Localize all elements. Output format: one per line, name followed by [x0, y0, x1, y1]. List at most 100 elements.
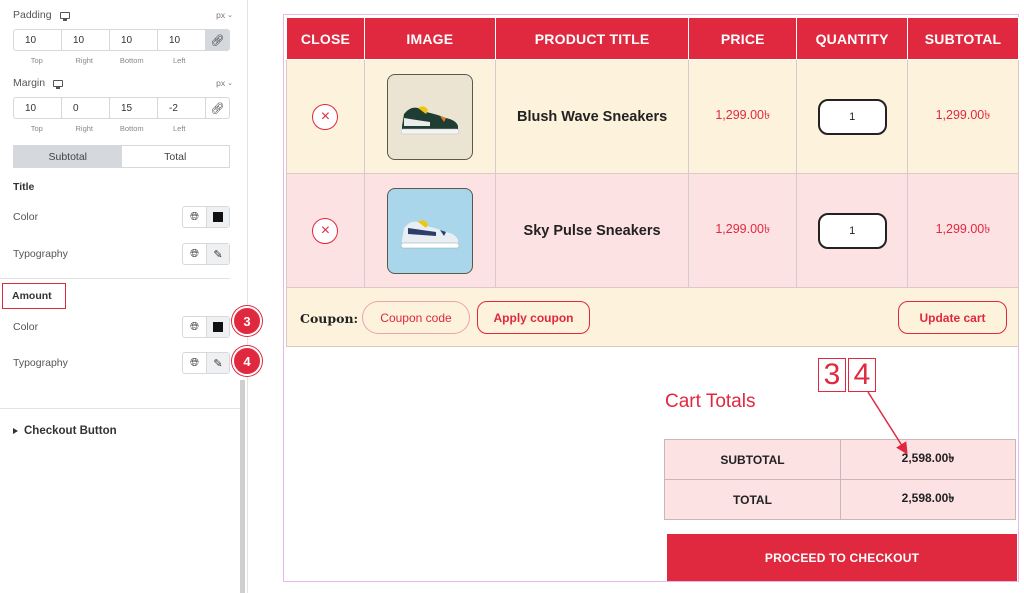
- subtotal-value: 2,598.00৳: [840, 439, 1016, 480]
- close-icon[interactable]: ×: [312, 217, 339, 244]
- step-badge-4: 4: [232, 346, 262, 376]
- table-row: × Sky Pulse Sneakers 1,299.00৳ 1 1,299.0…: [286, 173, 1019, 288]
- update-cart-button[interactable]: Update cart: [898, 301, 1007, 334]
- section-divider: [0, 278, 230, 279]
- title-typography-label: Typography: [13, 248, 68, 260]
- total-value: 2,598.00৳: [840, 479, 1016, 520]
- sub-label: Left: [172, 124, 186, 133]
- margin-control-header: Margin px ⌄: [13, 77, 233, 89]
- checkout-button-section[interactable]: Checkout Button: [13, 425, 117, 437]
- globe-icon[interactable]: 🌐︎: [183, 207, 206, 227]
- padding-right-input[interactable]: 10: [62, 30, 110, 50]
- chevron-down-icon: ⌄: [227, 80, 233, 87]
- padding-label: Padding: [13, 9, 52, 21]
- proceed-to-checkout-button[interactable]: PROCEED TO CHECKOUT: [667, 534, 1017, 581]
- cart-table: CLOSE IMAGE PRODUCT TITLE PRICE QUANTITY…: [286, 17, 1019, 288]
- column-header-close: CLOSE: [286, 17, 365, 60]
- step-badge-3: 3: [232, 306, 262, 336]
- tab-subtotal[interactable]: Subtotal: [14, 146, 122, 167]
- section-divider: [0, 408, 240, 409]
- padding-top-input[interactable]: 10: [14, 30, 62, 50]
- amount-section-heading: Amount: [2, 283, 66, 309]
- column-header-title: PRODUCT TITLE: [494, 17, 690, 60]
- product-subtotal: 1,299.00৳: [935, 222, 991, 236]
- sub-label: Right: [75, 124, 93, 133]
- annotation-digit-3: 3: [818, 358, 846, 392]
- coupon-code-input[interactable]: Coupon code: [362, 301, 470, 334]
- coupon-label: Coupon:: [300, 311, 359, 326]
- sub-label: Top: [30, 56, 43, 65]
- table-row: TOTAL 2,598.00৳: [664, 479, 1016, 520]
- quantity-input[interactable]: 1: [817, 98, 887, 135]
- table-row: SUBTOTAL 2,598.00৳: [664, 439, 1016, 480]
- title-typography-row: Typography 🌐︎ ✎: [13, 243, 230, 265]
- padding-inputs: 10 10 10 10 🔗︎: [13, 29, 230, 51]
- link-icon[interactable]: 🔗︎: [206, 30, 229, 50]
- annotation-digit-4: 4: [848, 358, 876, 392]
- cart-header-row: CLOSE IMAGE PRODUCT TITLE PRICE QUANTITY…: [286, 17, 1019, 60]
- margin-unit-select[interactable]: px ⌄: [216, 78, 233, 88]
- style-panel: Padding px ⌄ 10 10 10 10 🔗︎ Top Right Bot…: [0, 0, 262, 593]
- subtotal-label: SUBTOTAL: [664, 439, 841, 480]
- padding-unit-select[interactable]: px ⌄: [216, 10, 233, 20]
- margin-left-input[interactable]: -2: [158, 98, 206, 118]
- scrollbar[interactable]: [240, 380, 245, 593]
- margin-top-input[interactable]: 10: [14, 98, 62, 118]
- cart-totals-title: Cart Totals: [665, 391, 756, 412]
- product-title[interactable]: Blush Wave Sneakers: [517, 109, 667, 125]
- column-header-image: IMAGE: [363, 17, 496, 60]
- pencil-icon[interactable]: ✎: [206, 244, 229, 264]
- sub-label: Right: [75, 56, 93, 65]
- amount-color-label: Color: [13, 321, 39, 333]
- coupon-row: Coupon: Coupon code Apply coupon Update …: [286, 287, 1019, 347]
- globe-icon[interactable]: 🌐︎: [183, 244, 206, 264]
- column-header-subtotal: SUBTOTAL: [907, 17, 1019, 60]
- cart-preview: CLOSE IMAGE PRODUCT TITLE PRICE QUANTITY…: [283, 14, 1019, 582]
- pencil-icon[interactable]: ✎: [206, 353, 229, 373]
- cart-totals-table: SUBTOTAL 2,598.00৳ TOTAL 2,598.00৳: [664, 439, 1016, 520]
- title-color-label: Color: [13, 211, 39, 223]
- product-price: 1,299.00৳: [715, 222, 771, 236]
- subtotal-total-tabs: Subtotal Total: [13, 145, 230, 168]
- close-icon[interactable]: ×: [312, 103, 339, 130]
- total-label: TOTAL: [664, 479, 841, 520]
- monitor-icon[interactable]: [59, 11, 70, 21]
- column-header-quantity: QUANTITY: [796, 17, 909, 60]
- amount-color-row: Color 🌐︎: [13, 316, 230, 338]
- globe-icon[interactable]: 🌐︎: [183, 353, 206, 373]
- product-title[interactable]: Sky Pulse Sneakers: [524, 223, 661, 239]
- margin-bottom-input[interactable]: 15: [110, 98, 158, 118]
- margin-inputs: 10 0 15 -2 🔗︎: [13, 97, 230, 119]
- sneaker-image[interactable]: [386, 187, 473, 274]
- checkout-section-label: Checkout Button: [24, 425, 117, 437]
- globe-icon[interactable]: 🌐︎: [183, 317, 206, 337]
- sub-label: Bottom: [119, 124, 144, 133]
- padding-left-input[interactable]: 10: [158, 30, 206, 50]
- margin-label: Margin: [13, 77, 46, 89]
- sneaker-image[interactable]: [386, 73, 473, 160]
- caret-right-icon: [13, 428, 18, 434]
- monitor-icon[interactable]: [53, 79, 64, 89]
- chevron-down-icon: ⌄: [227, 12, 233, 19]
- title-section-heading: Title: [13, 181, 35, 193]
- color-swatch-icon[interactable]: [206, 207, 229, 227]
- padding-sub-labels: Top Right Bottom Left: [13, 56, 203, 65]
- column-header-price: PRICE: [688, 17, 798, 60]
- apply-coupon-button[interactable]: Apply coupon: [477, 301, 590, 334]
- product-price: 1,299.00৳: [715, 108, 771, 122]
- sub-label: Top: [30, 124, 43, 133]
- padding-control-header: Padding px ⌄: [13, 9, 233, 21]
- title-color-row: Color 🌐︎: [13, 206, 230, 228]
- padding-bottom-input[interactable]: 10: [110, 30, 158, 50]
- table-row: × Blush Wave Sneakers 1,299.00৳ 1 1,299.…: [286, 59, 1019, 174]
- color-swatch-icon[interactable]: [206, 317, 229, 337]
- margin-sub-labels: Top Right Bottom Left: [13, 124, 203, 133]
- link-icon[interactable]: 🔗︎: [206, 98, 229, 118]
- product-subtotal: 1,299.00৳: [935, 108, 991, 122]
- sub-label: Bottom: [119, 56, 144, 65]
- amount-typography-label: Typography: [13, 357, 68, 369]
- quantity-input[interactable]: 1: [817, 212, 887, 249]
- amount-typography-row: Typography 🌐︎ ✎: [13, 352, 230, 374]
- margin-right-input[interactable]: 0: [62, 98, 110, 118]
- tab-total[interactable]: Total: [122, 146, 230, 167]
